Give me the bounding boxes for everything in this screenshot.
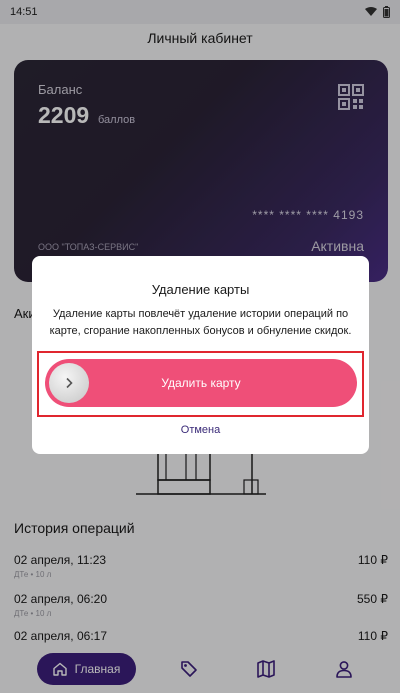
chevron-right-icon — [66, 377, 73, 389]
dialog-title: Удаление карты — [151, 282, 250, 297]
dialog-description: Удаление карты повлечёт удаление истории… — [49, 308, 352, 337]
swipe-label: Удалить карту — [161, 376, 241, 390]
swipe-highlight: Удалить карту — [37, 351, 364, 417]
delete-card-dialog: Удаление карты Удаление карты повлечёт у… — [32, 256, 369, 454]
swipe-handle[interactable] — [49, 363, 89, 403]
swipe-to-delete-slider[interactable]: Удалить карту — [45, 359, 357, 407]
cancel-button[interactable]: Отмена — [32, 424, 369, 436]
